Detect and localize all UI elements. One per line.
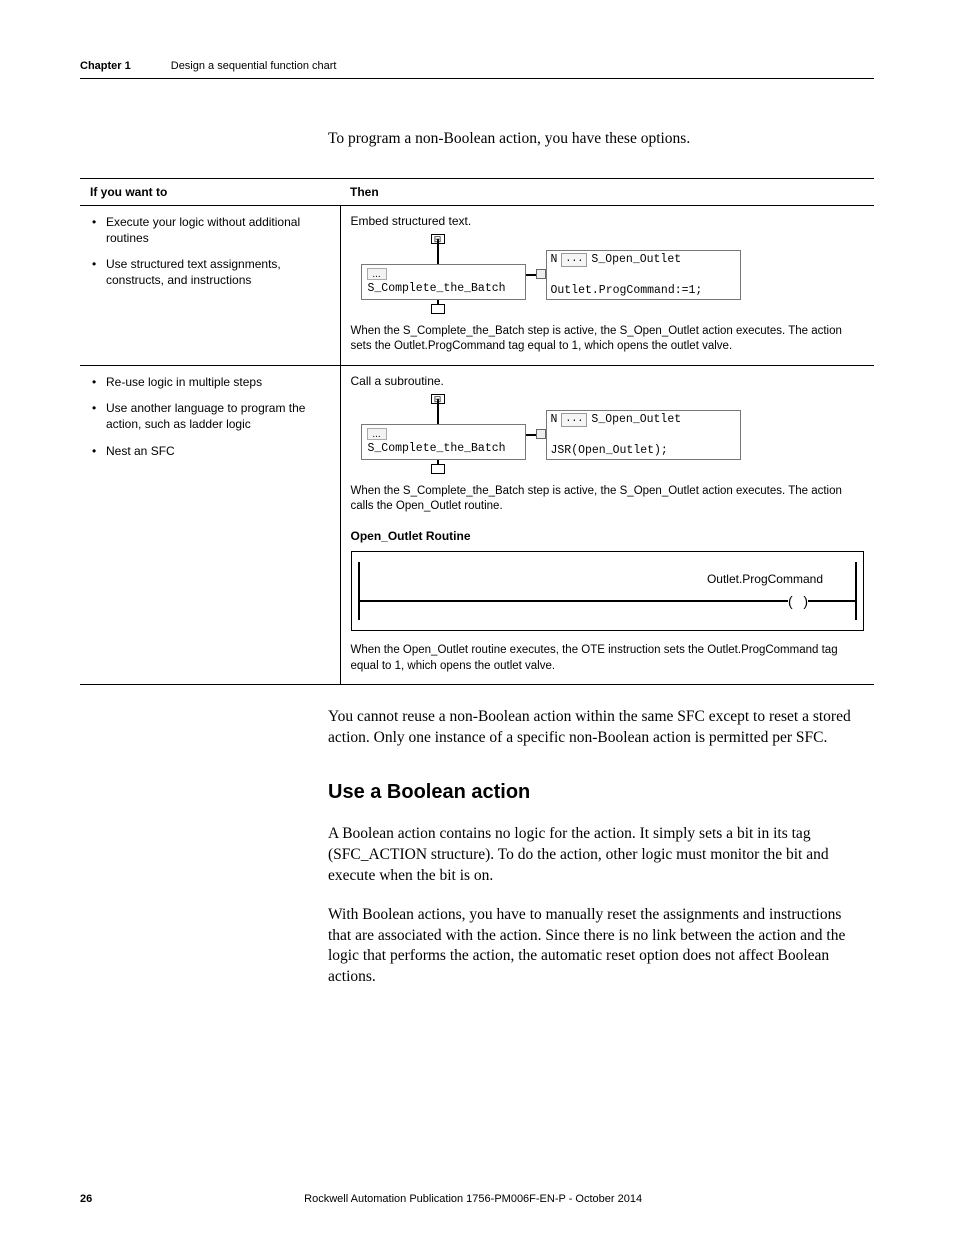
page-header: Chapter 1 Design a sequential function c… [80, 60, 874, 79]
ellipsis-icon: ... [367, 428, 387, 440]
routine-explanation: When the Open_Outlet routine executes, t… [351, 643, 865, 674]
ellipsis-icon: ... [367, 268, 387, 280]
list-item: Use structured text assignments, constru… [90, 256, 330, 288]
page-footer: 26 Rockwell Automation Publication 1756-… [80, 1193, 874, 1205]
action-qualifier: N [551, 253, 558, 266]
connector-bottom-icon [431, 464, 445, 474]
section-paragraph-1: A Boolean action contains no logic for t… [328, 824, 854, 887]
bullet-list: Execute your logic without additional ro… [90, 214, 330, 289]
ladder-rung [358, 600, 858, 602]
action-name: S_Open_Outlet [591, 253, 681, 266]
ladder-rail [855, 562, 857, 620]
step-name: S_Complete_the_Batch [368, 442, 506, 455]
list-item: Use another language to program the acti… [90, 400, 330, 432]
chapter-title: Design a sequential function chart [171, 60, 337, 72]
options-table: If you want to Then Execute your logic w… [80, 178, 874, 685]
section-heading: Use a Boolean action [328, 779, 854, 806]
intro-paragraph: To program a non-Boolean action, you hav… [328, 129, 854, 150]
connector-line [437, 239, 439, 264]
list-item: Nest an SFC [90, 443, 330, 459]
publication-line: Rockwell Automation Publication 1756-PM0… [92, 1193, 854, 1205]
connector-line [437, 399, 439, 424]
action-body: JSR(Open_Outlet); [551, 444, 736, 457]
bullet-list: Re-use logic in multiple steps Use anoth… [90, 374, 330, 459]
routine-heading: Open_Outlet Routine [351, 529, 865, 543]
ladder-diagram: Outlet.ProgCommand () [351, 551, 865, 631]
list-item: Re-use logic in multiple steps [90, 374, 330, 390]
ladder-tag-label: Outlet.ProgCommand [707, 572, 823, 586]
sfc-diagram: ⊟ S_Complete_the_Batch ... N ... S_Open_… [351, 234, 865, 314]
page-number: 26 [80, 1193, 92, 1205]
sfc-diagram: ⊟ S_Complete_the_Batch ... N ... S_Open_… [351, 394, 865, 474]
diagram-explanation: When the S_Complete_the_Batch step is ac… [351, 484, 865, 515]
ote-coil-icon: () [788, 592, 808, 610]
action-name: S_Open_Outlet [591, 413, 681, 426]
table-row: Execute your logic without additional ro… [80, 205, 874, 365]
after-table-paragraph: You cannot reuse a non-Boolean action wi… [328, 707, 854, 749]
table-row: Re-use logic in multiple steps Use anoth… [80, 365, 874, 684]
connector-node-icon [536, 429, 546, 439]
sfc-action-box: N ... S_Open_Outlet Outlet.ProgCommand:=… [546, 250, 741, 300]
connector-node-icon [536, 269, 546, 279]
list-item: Execute your logic without additional ro… [90, 214, 330, 246]
connector-bottom-icon [431, 304, 445, 314]
ellipsis-icon: ... [561, 413, 587, 427]
section-paragraph-2: With Boolean actions, you have to manual… [328, 905, 854, 989]
action-qualifier: N [551, 413, 558, 426]
step-name: S_Complete_the_Batch [368, 282, 506, 295]
then-intro: Call a subroutine. [351, 374, 865, 388]
ladder-rail [358, 562, 360, 620]
then-intro: Embed structured text. [351, 214, 865, 228]
sfc-action-box: N ... S_Open_Outlet JSR(Open_Outlet); [546, 410, 741, 460]
action-body: Outlet.ProgCommand:=1; [551, 284, 736, 297]
ellipsis-icon: ... [561, 253, 587, 267]
chapter-label: Chapter 1 [80, 60, 131, 72]
table-header-left: If you want to [80, 178, 340, 205]
table-header-right: Then [340, 178, 874, 205]
diagram-explanation: When the S_Complete_the_Batch step is ac… [351, 324, 865, 355]
